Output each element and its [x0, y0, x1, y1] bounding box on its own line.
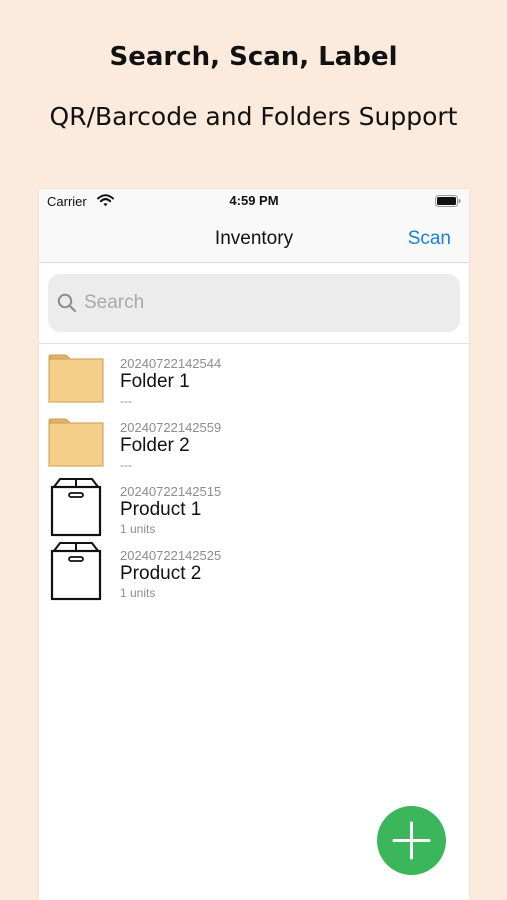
add-item-button[interactable] — [377, 806, 446, 875]
box-icon — [48, 478, 104, 537]
list-item[interactable]: 20240722142544 Folder 1 --- — [39, 345, 469, 409]
list-item[interactable]: 20240722142525 Product 2 1 units — [39, 537, 469, 601]
item-subtitle: --- — [120, 394, 132, 408]
item-name: Folder 1 — [120, 371, 190, 392]
headline: Search, Scan, Label — [109, 42, 398, 72]
list-item[interactable]: 20240722142559 Folder 2 --- — [39, 409, 469, 473]
item-subtitle: 1 units — [120, 522, 156, 536]
box-icon — [48, 542, 104, 601]
scan-button[interactable]: Scan — [408, 228, 451, 250]
plus-icon — [392, 821, 431, 860]
item-id: 20240722142559 — [120, 420, 222, 435]
item-subtitle: --- — [120, 458, 132, 472]
battery-icon — [435, 195, 461, 207]
subheadline: QR/Barcode and Folders Support — [49, 102, 458, 131]
status-time: 4:59 PM — [229, 193, 279, 208]
item-id: 20240722142515 — [120, 484, 222, 499]
item-name: Product 1 — [120, 499, 202, 520]
list-item[interactable]: 20240722142515 Product 1 1 units — [39, 473, 469, 537]
item-id: 20240722142544 — [120, 356, 222, 371]
folder-icon — [48, 417, 104, 469]
status-bar: Carrier 4:59 PM — [39, 189, 469, 215]
search-bar[interactable] — [48, 274, 460, 332]
inventory-list: 20240722142544 Folder 1 --- 202407221425… — [39, 345, 469, 601]
search-area — [39, 263, 469, 344]
page-title: Inventory — [214, 228, 294, 249]
item-subtitle: 1 units — [120, 586, 156, 600]
search-icon — [57, 293, 77, 313]
search-input[interactable] — [84, 288, 444, 318]
navigation-bar: Inventory Scan — [39, 215, 469, 263]
item-name: Product 2 — [120, 563, 202, 584]
phone-screen: Carrier 4:59 PM Inventory Scan Search 20… — [39, 189, 469, 900]
item-id: 20240722142525 — [120, 548, 222, 563]
folder-icon — [48, 353, 104, 405]
item-name: Folder 2 — [120, 435, 190, 456]
